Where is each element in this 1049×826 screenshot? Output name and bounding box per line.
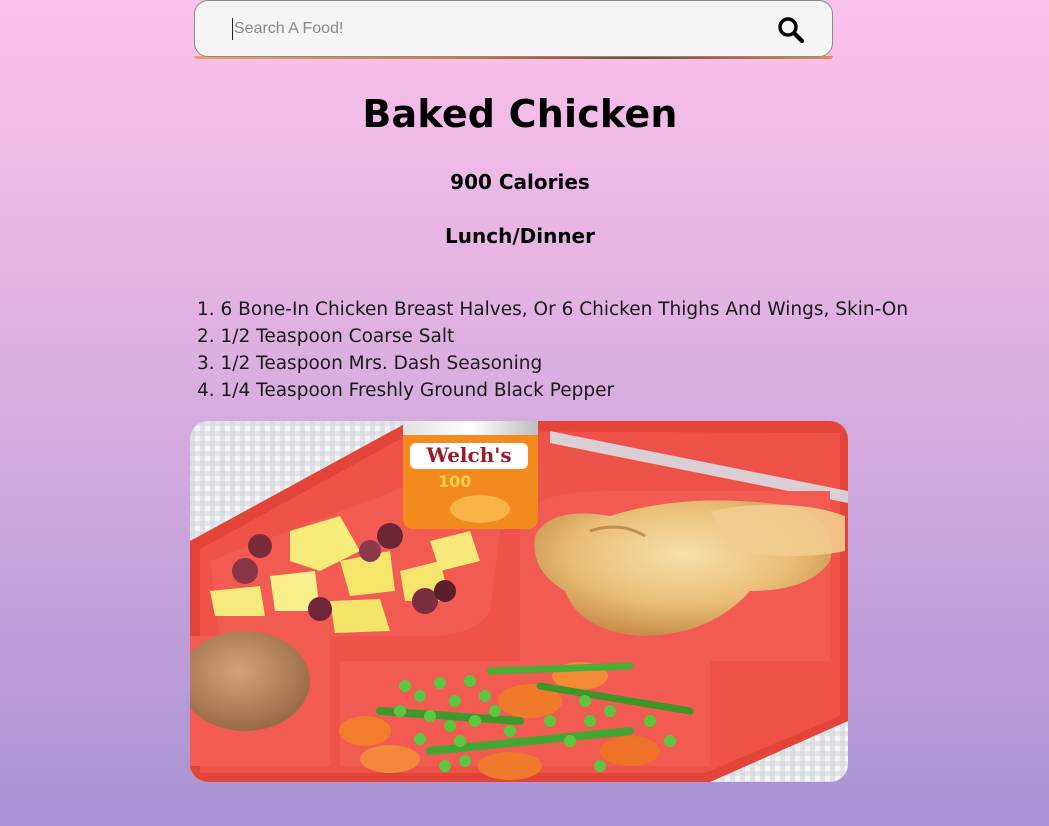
food-meal-type: Lunch/Dinner — [445, 224, 595, 248]
food-calories: 900 Calories — [450, 170, 590, 194]
search-icon — [777, 16, 809, 44]
ingredient-item: 3. 1/2 Teaspoon Mrs. Dash Seasoning — [197, 353, 543, 374]
ingredient-item: 1. 6 Bone-In Chicken Breast Halves, Or 6… — [197, 299, 909, 320]
svg-text:100: 100 — [438, 472, 471, 491]
food-title: Baked Chicken — [362, 92, 678, 136]
search-button[interactable] — [777, 14, 809, 46]
ingredients-list: 1. 6 Bone-In Chicken Breast Halves, Or 6… — [197, 296, 997, 404]
ingredient-item: 4. 1/4 Teaspoon Freshly Ground Black Pep… — [197, 380, 615, 401]
food-image: Welch's 100 — [190, 421, 848, 782]
search-bar — [194, 0, 833, 57]
search-container — [194, 0, 833, 59]
ingredient-item: 2. 1/2 Teaspoon Coarse Salt — [197, 326, 455, 347]
svg-text:Welch's: Welch's — [425, 443, 511, 467]
search-input[interactable] — [232, 18, 752, 40]
